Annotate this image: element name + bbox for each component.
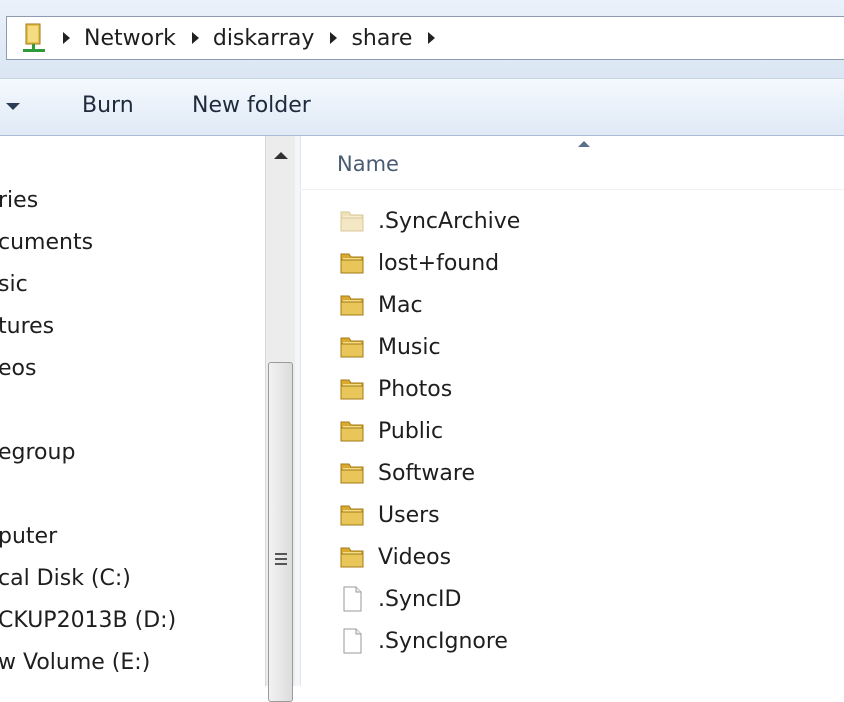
list-item[interactable]: Users — [338, 494, 440, 536]
list-item-label: Music — [378, 334, 441, 360]
breadcrumb-arrow-icon[interactable] — [428, 32, 436, 44]
list-item[interactable]: Software — [338, 452, 475, 494]
folder-icon — [340, 547, 364, 568]
list-item-label: .SyncArchive — [378, 208, 521, 234]
burn-button[interactable]: Burn — [82, 93, 134, 118]
breadcrumb-diskarray[interactable]: diskarray — [213, 26, 315, 51]
nav-item-libraries[interactable]: ries — [0, 188, 38, 213]
list-item[interactable]: Photos — [338, 368, 452, 410]
list-item-label: .SyncIgnore — [378, 628, 508, 654]
nav-item-local-disk-c[interactable]: cal Disk (C:) — [0, 566, 131, 591]
nav-item-pictures[interactable]: tures — [0, 314, 54, 339]
list-item-label: lost+found — [378, 250, 500, 276]
list-item[interactable]: .SyncArchive — [338, 200, 520, 242]
nav-scrollbar[interactable] — [265, 136, 295, 702]
breadcrumb-arrow-icon[interactable] — [63, 32, 70, 44]
list-item-label: Software — [378, 460, 475, 486]
nav-item-documents[interactable]: cuments — [0, 230, 93, 255]
list-item-label: Photos — [378, 376, 453, 402]
list-item-label: Public — [378, 418, 444, 444]
folder-icon — [340, 379, 364, 400]
scroll-grip-icon — [275, 553, 287, 568]
scroll-up-arrow-icon[interactable] — [274, 152, 288, 159]
list-item[interactable]: Videos — [338, 536, 451, 578]
address-bar[interactable]: Network diskarray share — [6, 16, 844, 60]
navigation-pane: ries cuments sic tures eos egroup puter … — [0, 136, 265, 686]
nav-item-computer[interactable]: puter — [0, 524, 57, 549]
header-separator — [300, 189, 844, 190]
breadcrumb-arrow-icon[interactable] — [191, 32, 199, 44]
nav-item-new-volume-e[interactable]: w Volume (E:) — [0, 650, 150, 675]
folder-icon — [340, 421, 364, 442]
breadcrumb: Network diskarray share — [57, 17, 449, 59]
new-folder-button[interactable]: New folder — [192, 93, 311, 118]
list-item[interactable]: .SyncID — [338, 578, 461, 620]
list-item[interactable]: Mac — [338, 284, 423, 326]
network-drive-icon — [23, 23, 45, 52]
folder-icon — [340, 337, 364, 358]
list-item[interactable]: Public — [338, 410, 443, 452]
folder-icon — [340, 463, 364, 484]
folder-icon — [340, 211, 364, 232]
folder-icon — [340, 295, 364, 316]
list-item-label: .SyncID — [378, 586, 462, 612]
breadcrumb-arrow-icon[interactable] — [330, 32, 338, 44]
command-toolbar: Burn New folder — [0, 78, 844, 136]
nav-item-videos[interactable]: eos — [0, 356, 36, 381]
column-header-name[interactable]: Name — [337, 152, 399, 176]
list-item[interactable]: lost+found — [338, 242, 499, 284]
list-item[interactable]: Music — [338, 326, 441, 368]
nav-item-homegroup[interactable]: egroup — [0, 440, 75, 465]
folder-icon — [340, 505, 364, 526]
breadcrumb-network[interactable]: Network — [84, 26, 176, 51]
nav-item-backup-d[interactable]: CKUP2013B (D:) — [0, 608, 176, 633]
organize-dropdown-icon[interactable] — [6, 103, 20, 110]
list-item-label: Videos — [378, 544, 452, 570]
pane-divider[interactable] — [295, 136, 301, 686]
list-item[interactable]: .SyncIgnore — [338, 620, 508, 662]
breadcrumb-share[interactable]: share — [351, 26, 412, 51]
address-bar-area: Network diskarray share — [0, 0, 844, 78]
scrollbar-thumb[interactable] — [268, 362, 293, 702]
list-item-label: Mac — [378, 292, 423, 318]
list-item-label: Users — [378, 502, 440, 528]
folder-icon — [340, 253, 364, 274]
nav-item-music[interactable]: sic — [0, 272, 28, 297]
file-icon — [343, 586, 362, 612]
sort-ascending-icon — [578, 141, 590, 147]
file-icon — [343, 628, 362, 654]
